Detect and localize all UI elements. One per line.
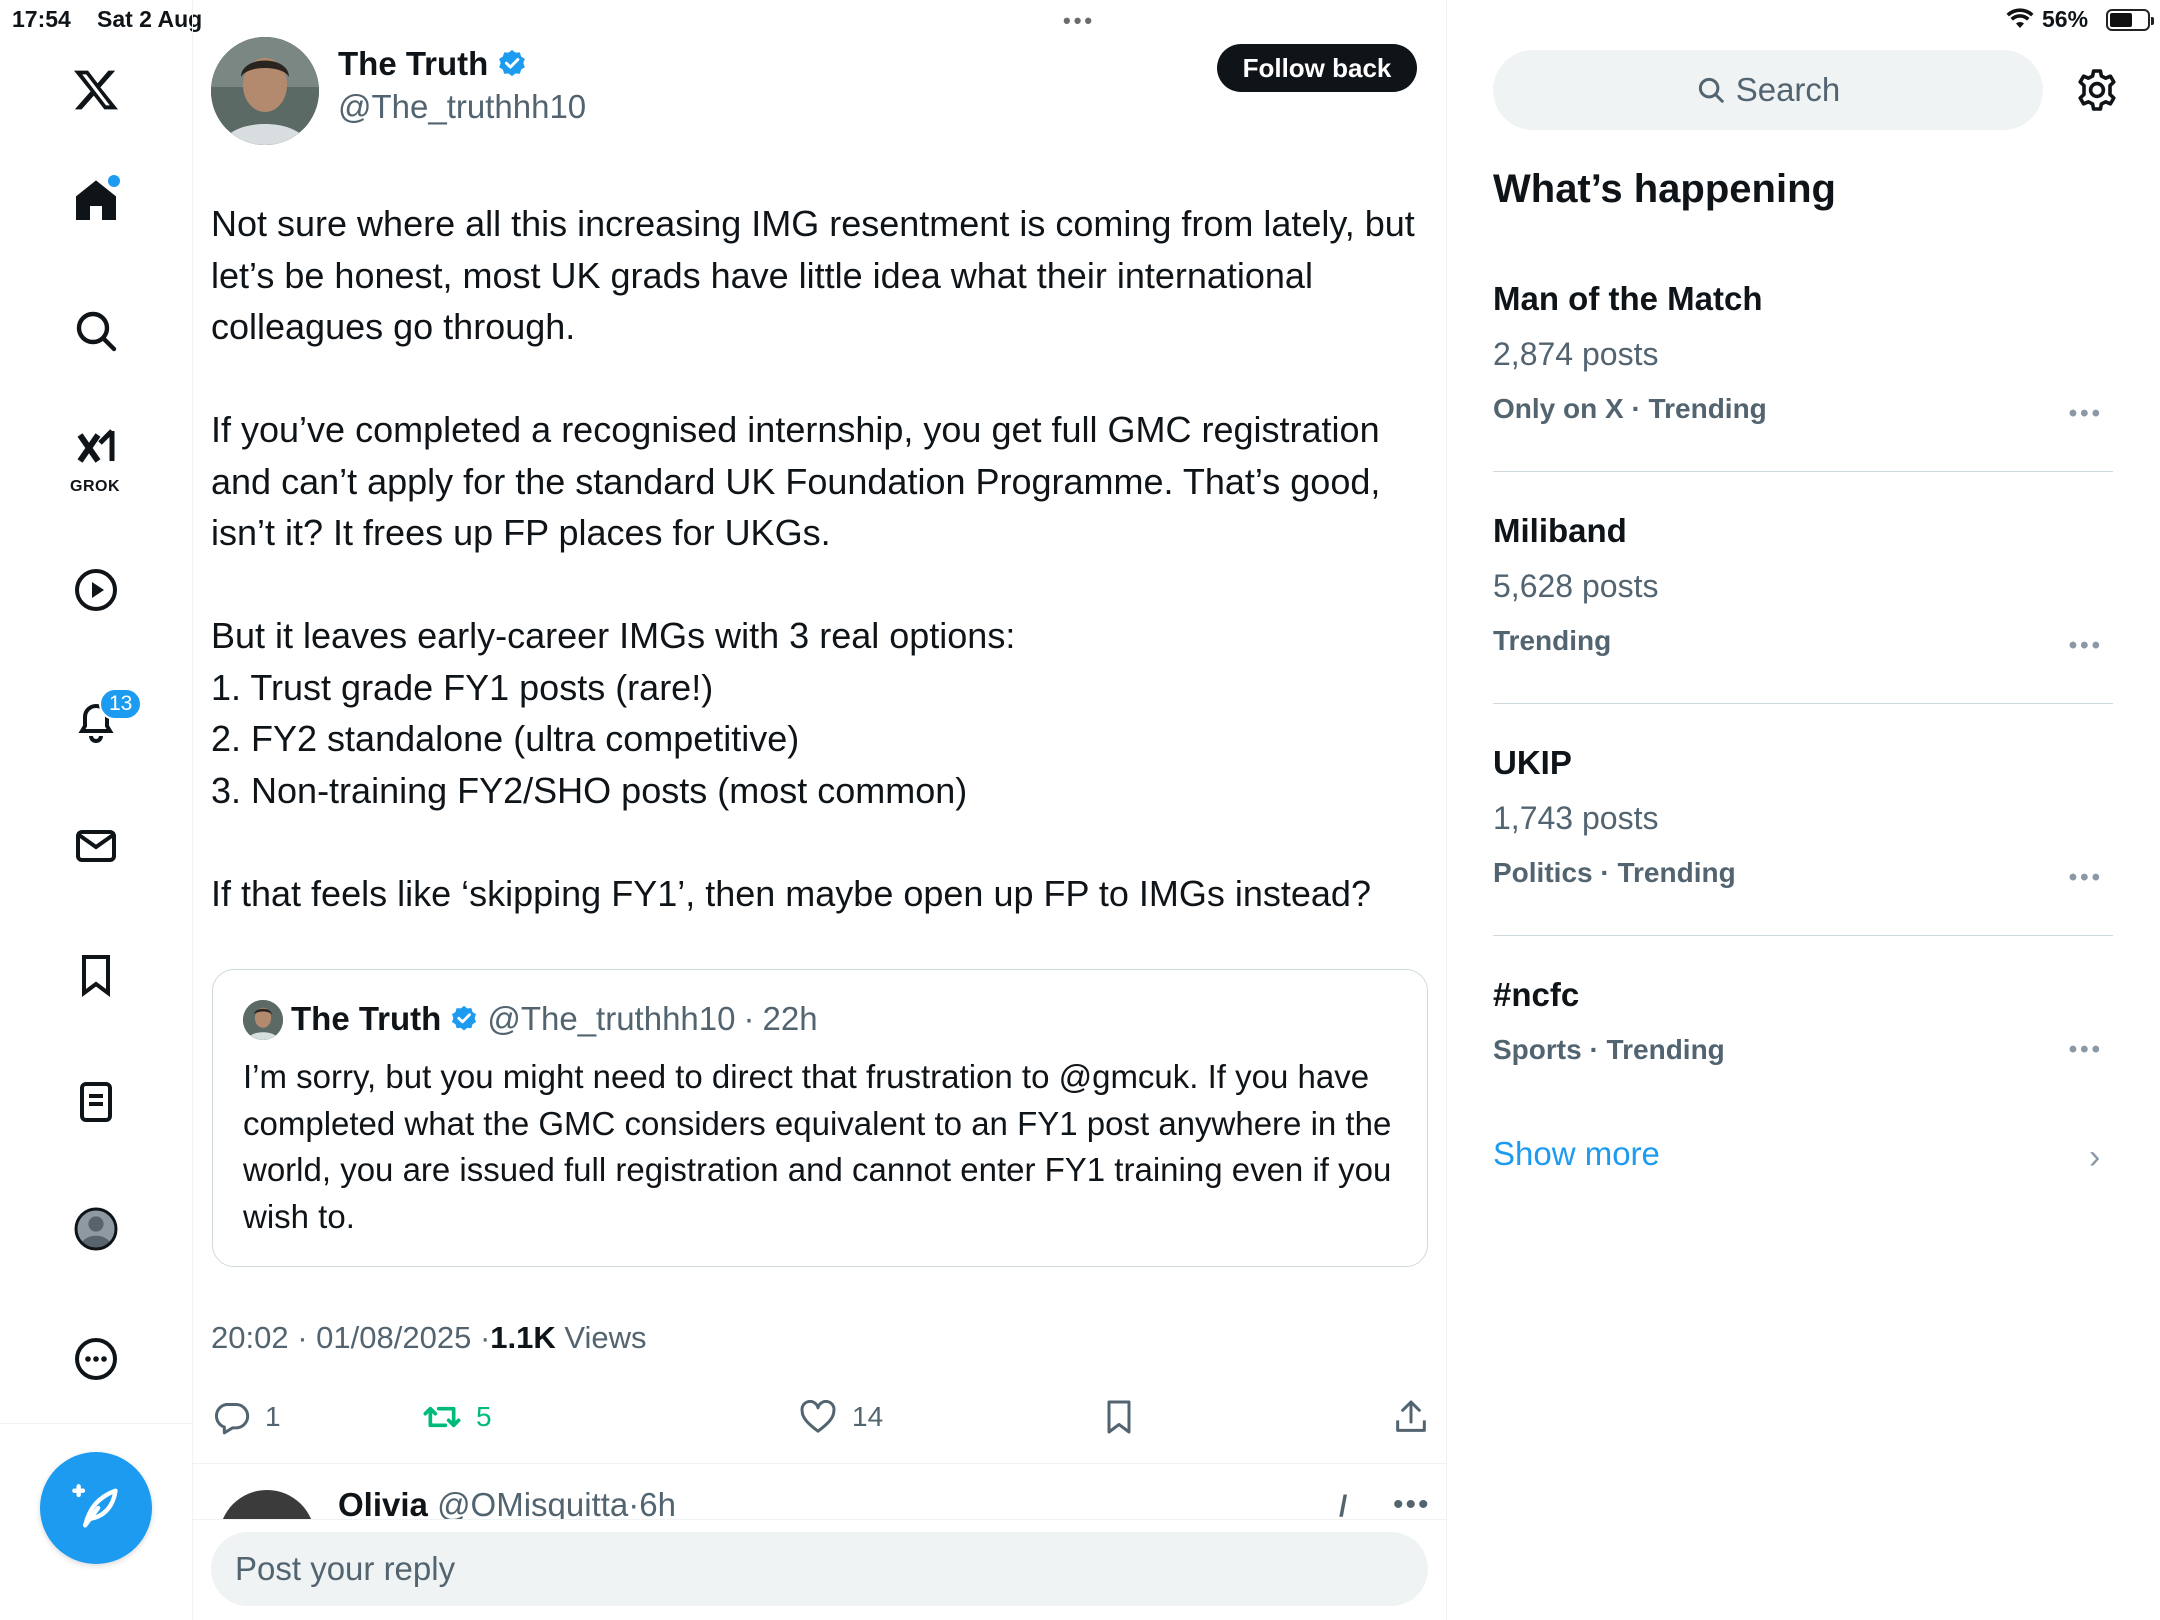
tweet-timestamp: 20:02 · 01/08/2025 ·1.1K Views [211, 1320, 647, 1356]
tweet-time[interactable]: 20:02 [211, 1320, 289, 1355]
main-column: The Truth @The_truthhh10 Follow back Not… [193, 0, 1447, 1620]
tweet-date[interactable]: 01/08/2025 [316, 1320, 471, 1355]
search-input[interactable]: Search [1493, 50, 2043, 130]
show-more-link[interactable]: Show more [1493, 1135, 1660, 1173]
quoted-author-avatar [243, 1000, 283, 1040]
like-count: 14 [852, 1401, 884, 1432]
search-icon [1698, 77, 1724, 103]
quoted-header: The Truth @The_truthhh10 · 22h [291, 1000, 818, 1038]
share-button[interactable] [1391, 1393, 1431, 1441]
quoted-text: I’m sorry, but you might need to direct … [243, 1058, 1392, 1235]
reply-composer-bar: Post your reply [193, 1519, 1446, 1620]
grok-label: GROK [70, 478, 120, 495]
whats-happening-heading: What’s happening [1493, 167, 1836, 211]
chevron-right-icon[interactable]: › [2089, 1138, 2100, 1177]
quoted-author-handle: @The_truthhh10 [487, 1000, 736, 1037]
video-icon[interactable] [65, 559, 127, 621]
trend-meta: Politics · Trending [1493, 857, 1736, 888]
trend-name: Man of the Match [1493, 280, 1763, 317]
right-sidebar: Search What’s happening Man of the Match… [1447, 0, 2160, 1620]
grok-icon[interactable] [65, 418, 127, 480]
bookmark-icon [1107, 1400, 1131, 1434]
x-logo-icon[interactable] [65, 59, 127, 121]
author-name-row[interactable]: The Truth [338, 45, 528, 83]
grok-small-icon[interactable]: / [1339, 1490, 1347, 1519]
trend-divider [1493, 471, 2113, 472]
quoted-age: 22h [762, 1000, 818, 1037]
reply-count: 1 [265, 1401, 281, 1432]
trend-meta: Trending [1493, 625, 1612, 656]
trend-posts: 5,628 posts [1493, 568, 1659, 604]
compose-feather-icon [72, 1484, 118, 1528]
lists-icon[interactable] [65, 1071, 127, 1133]
author-name[interactable]: The Truth [338, 45, 488, 83]
more-options-icon[interactable] [65, 1328, 127, 1390]
repost-button[interactable]: 5 [422, 1393, 492, 1441]
trend-more-icon[interactable]: ••• [2069, 632, 2103, 660]
tweet-actions: 1 5 14 [211, 1393, 1436, 1441]
views-label: Views [564, 1320, 647, 1355]
trend-more-icon[interactable]: ••• [2069, 400, 2103, 428]
reply-more-icon[interactable]: ••• [1393, 1488, 1431, 1519]
messages-icon[interactable] [65, 815, 127, 877]
gear-icon[interactable] [2073, 66, 2121, 114]
repost-icon [423, 1406, 461, 1428]
reply-button[interactable]: 1 [211, 1393, 281, 1441]
bookmarks-icon[interactable] [65, 944, 127, 1006]
trend-meta: Only on X · Trending [1493, 393, 1767, 424]
trend-posts: 1,743 posts [1493, 800, 1659, 836]
trend-more-icon[interactable]: ••• [2069, 864, 2103, 892]
trend-divider [1493, 935, 2113, 936]
repost-count: 5 [476, 1401, 492, 1432]
search-nav-icon[interactable] [65, 300, 127, 362]
reply-separator: · [628, 1486, 640, 1519]
timestamp-separator: · [479, 1320, 491, 1355]
reply-preview[interactable]: Olivia @OMisquitta·6h / ••• [193, 1464, 1446, 1519]
trend-name: UKIP [1493, 744, 1572, 781]
trend-name: Miliband [1493, 512, 1627, 549]
author-handle[interactable]: @The_truthhh10 [338, 88, 586, 126]
quoted-tweet[interactable]: The Truth @The_truthhh10 · 22h I’m sorry, … [212, 969, 1428, 1267]
reply-header: Olivia @OMisquitta·6h [338, 1486, 676, 1519]
quoted-separator: · [743, 1000, 755, 1037]
reply-icon [214, 1403, 250, 1435]
reply-age: 6h [639, 1486, 676, 1519]
nav-divider [0, 1423, 193, 1424]
trend-more-icon[interactable]: ••• [2069, 1036, 2103, 1064]
notifications-badge: 13 [99, 688, 143, 720]
left-nav: GROK 13 [0, 0, 193, 1620]
search-placeholder: Search [1735, 71, 1841, 108]
trend-item[interactable]: #ncfc Sports · Trending ••• [1493, 976, 2113, 1066]
trend-item[interactable]: UKIP 1,743 posts Politics · Trending ••• [1493, 744, 2113, 892]
trend-name: #ncfc [1493, 976, 1580, 1013]
trend-item[interactable]: Man of the Match 2,874 posts Only on X ·… [1493, 280, 2113, 428]
reply-author-name[interactable]: Olivia [338, 1486, 428, 1519]
trend-posts: 2,874 posts [1493, 336, 1659, 372]
bookmark-button[interactable] [1099, 1393, 1139, 1441]
reply-author-handle[interactable]: @OMisquitta [437, 1486, 628, 1519]
heart-icon [800, 1399, 836, 1433]
verified-badge-icon [452, 1005, 477, 1031]
views-count[interactable]: 1.1K [490, 1320, 555, 1355]
follow-back-button[interactable]: Follow back [1217, 44, 1417, 92]
reply-input[interactable]: Post your reply [211, 1532, 1428, 1606]
like-button[interactable]: 14 [798, 1393, 883, 1441]
compose-post-button[interactable] [40, 1452, 152, 1564]
tweet-text: Not sure where all this increasing IMG r… [211, 203, 1415, 914]
trend-item[interactable]: Miliband 5,628 posts Trending ••• [1493, 512, 2113, 660]
home-unread-dot [108, 175, 120, 187]
author-avatar[interactable] [211, 37, 319, 145]
reply-author-avatar[interactable] [219, 1490, 315, 1519]
quoted-author-name: The Truth [291, 1000, 442, 1037]
timestamp-separator: · [297, 1320, 308, 1355]
profile-avatar-icon[interactable] [65, 1198, 127, 1260]
share-icon [1396, 1400, 1426, 1432]
verified-badge-icon [499, 50, 526, 77]
trend-divider [1493, 703, 2113, 704]
trend-meta: Sports · Trending [1493, 1034, 1725, 1065]
